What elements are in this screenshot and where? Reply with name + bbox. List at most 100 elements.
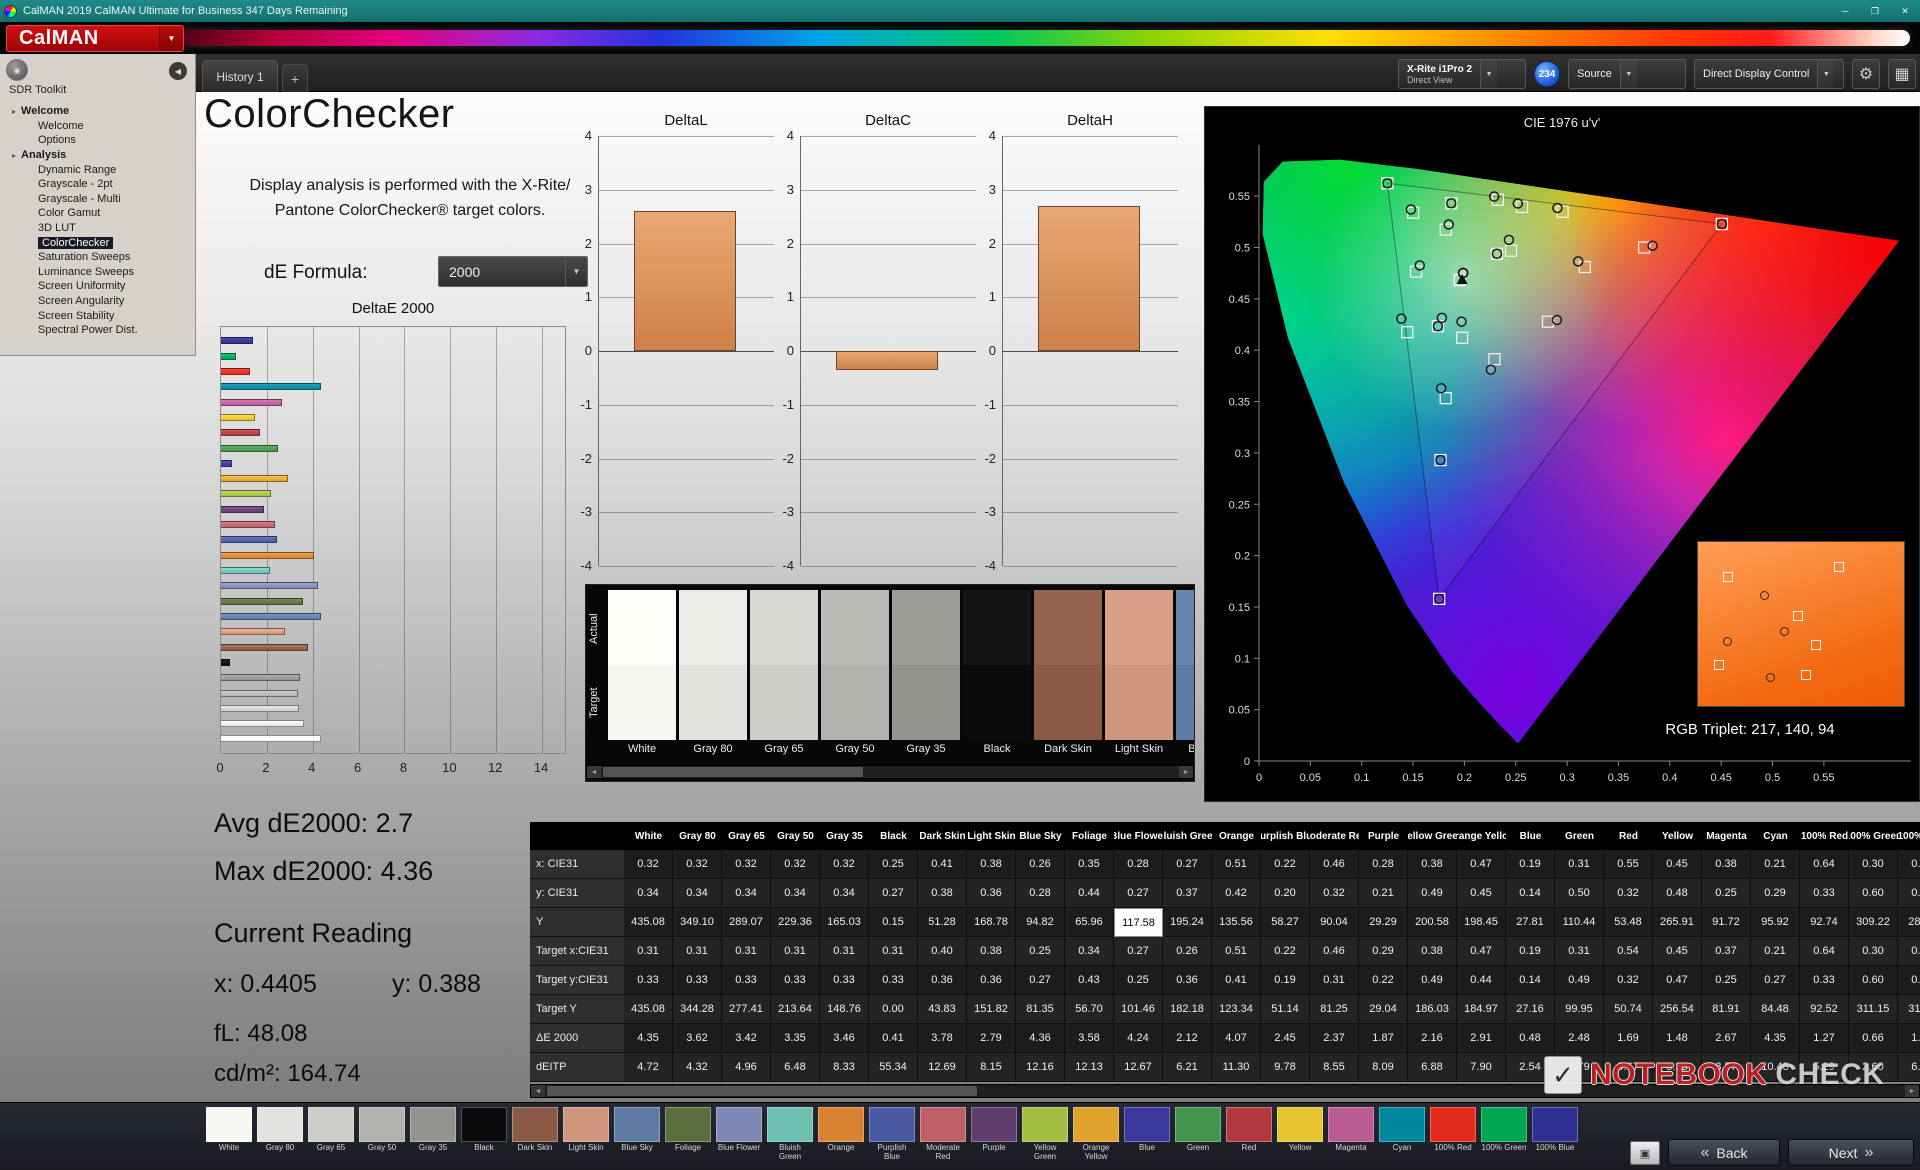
cell-x-cie31-gray-80: 0.32 (673, 850, 722, 879)
scroll-left-arrow[interactable]: ◄ (531, 1085, 545, 1097)
sidebar-item-saturation-sweeps[interactable]: Saturation Sweeps (0, 250, 195, 265)
maximize-button[interactable]: ❐ (1860, 0, 1890, 22)
source-dropdown[interactable]: Source ▼ (1568, 59, 1686, 89)
patch-button-gray-80[interactable]: Gray 80 (257, 1107, 303, 1161)
tab-history-1[interactable]: History 1 (202, 60, 278, 92)
next-button[interactable]: Next » (1788, 1139, 1914, 1166)
patch-button-orange-yellow[interactable]: Orange Yellow (1073, 1107, 1119, 1161)
column-header-gray-80: Gray 80 (673, 822, 722, 850)
page-description: Display analysis is performed with the X… (228, 174, 592, 224)
patch-button-purple[interactable]: Purple (971, 1107, 1017, 1161)
patch-button-cyan[interactable]: Cyan (1379, 1107, 1425, 1161)
swatch-gray-50[interactable] (821, 590, 889, 740)
patch-button-green[interactable]: Green (1175, 1107, 1221, 1161)
cell-target-x-cie31-bluish-green: 0.26 (1163, 937, 1212, 966)
patch-button-magenta[interactable]: Magenta (1328, 1107, 1374, 1161)
patch-button-gray-65[interactable]: Gray 65 (308, 1107, 354, 1161)
patch-button-bluish-green[interactable]: Bluish Green (767, 1107, 813, 1161)
patch-button-100-blue[interactable]: 100% Blue (1532, 1107, 1578, 1161)
sidebar-item-color-gamut[interactable]: Color Gamut (0, 206, 195, 221)
chevron-down-icon: ▼ (1480, 60, 1498, 88)
swatch-blue-sky[interactable] (1176, 590, 1194, 740)
sidebar-item-analysis[interactable]: ▸ Analysis (0, 148, 195, 163)
sidebar-collapse-button[interactable]: ◀ (169, 62, 187, 80)
sidebar-item-screen-uniformity[interactable]: Screen Uniformity (0, 279, 195, 294)
sidebar-item-colorchecker[interactable]: ColorChecker (0, 235, 195, 250)
patch-button-100-red[interactable]: 100% Red (1430, 1107, 1476, 1161)
patch-swatch (869, 1107, 915, 1142)
scrollbar-thumb[interactable] (603, 767, 863, 777)
swatch-gray-80[interactable] (679, 590, 747, 740)
patch-button-yellow-green[interactable]: Yellow Green (1022, 1107, 1068, 1161)
cell-y-blue-flower[interactable]: 117.58 (1114, 908, 1163, 937)
patch-button-black[interactable]: Black (461, 1107, 507, 1161)
patch-button-yellow[interactable]: Yellow (1277, 1107, 1323, 1161)
scroll-left-arrow[interactable]: ◄ (587, 766, 601, 778)
patch-button-blue-flower[interactable]: Blue Flower (716, 1107, 762, 1161)
patch-label: 100% Green (1481, 1143, 1527, 1152)
display-control-dropdown[interactable]: Direct Display Control ▼ (1694, 59, 1844, 89)
patch-button-orange[interactable]: Orange (818, 1107, 864, 1161)
panel-toggle-button[interactable]: ▣ (1630, 1141, 1660, 1165)
sidebar-item-screen-stability[interactable]: Screen Stability (0, 308, 195, 323)
layout-button[interactable]: ▦ (1888, 59, 1916, 89)
deltae-bar-gray-65 (221, 704, 300, 712)
scrollbar-thumb[interactable] (547, 1086, 977, 1096)
sidebar-item-grayscale-2pt[interactable]: Grayscale - 2pt (0, 177, 195, 192)
patch-button-blue[interactable]: Blue (1124, 1107, 1170, 1161)
swatch-scrollbar[interactable]: ◄ ► (586, 765, 1194, 779)
sidebar-menu-button[interactable]: ◉ (6, 59, 28, 81)
patch-button-foliage[interactable]: Foliage (665, 1107, 711, 1161)
swatch-label: Gray 35 (906, 743, 946, 755)
patch-button-red[interactable]: Red (1226, 1107, 1272, 1161)
patch-button-100-green[interactable]: 100% Green (1481, 1107, 1527, 1161)
patch-button-gray-50[interactable]: Gray 50 (359, 1107, 405, 1161)
column-header-100-green: 100% Green (1849, 822, 1898, 850)
patch-button-dark-skin[interactable]: Dark Skin (512, 1107, 558, 1161)
svg-text:0.05: 0.05 (1300, 772, 1321, 784)
cell-y-cie31-bluish-green: 0.37 (1163, 879, 1212, 908)
swatch-gray-35[interactable] (892, 590, 960, 740)
sidebar-item-screen-angularity[interactable]: Screen Angularity (0, 294, 195, 309)
meter-dropdown[interactable]: X-Rite i1Pro 2 Direct View ▼ (1398, 59, 1526, 89)
de-formula-dropdown[interactable]: 2000 ▼ (438, 256, 588, 287)
sidebar-item-options[interactable]: Options (0, 133, 195, 148)
patch-button-white[interactable]: White (206, 1107, 252, 1161)
patch-button-purplish-blue[interactable]: Purplish Blue (869, 1107, 915, 1161)
sidebar-item-dynamic-range[interactable]: Dynamic Range (0, 162, 195, 177)
deltac-y-axis: 4 3 2 1 0 -1 -2 -3 -4 (774, 128, 796, 573)
close-button[interactable]: ✕ (1890, 0, 1920, 22)
sidebar-item-3d-lut[interactable]: 3D LUT (0, 221, 195, 236)
settings-button[interactable]: ⚙ (1852, 59, 1880, 89)
swatch-dark-skin[interactable] (1034, 590, 1102, 740)
swatch-black[interactable] (963, 590, 1031, 740)
swatch-white[interactable] (608, 590, 676, 740)
add-tab-button[interactable]: + (282, 64, 308, 92)
sidebar-item-label: ColorChecker (38, 236, 114, 249)
cell-y-cie31-gray-80: 0.34 (673, 879, 722, 908)
scroll-right-arrow[interactable]: ► (1179, 766, 1193, 778)
cell-y-magenta: 91.72 (1702, 908, 1751, 937)
swatch-gray-65[interactable] (750, 590, 818, 740)
cell-target-y-cie31-foliage: 0.43 (1065, 966, 1114, 995)
calman-menu-button[interactable]: CalMAN ▼ (6, 25, 184, 52)
sidebar-item-luminance-sweeps[interactable]: Luminance Sweeps (0, 265, 195, 280)
patch-swatch (1175, 1107, 1221, 1142)
sidebar-item-welcome[interactable]: ▸ Welcome (0, 104, 195, 119)
de-formula-value: 2000 (449, 263, 481, 280)
sidebar-item-welcome[interactable]: Welcome (0, 119, 195, 134)
reading-count-badge[interactable]: 234 (1534, 61, 1560, 87)
patch-button-light-skin[interactable]: Light Skin (563, 1107, 609, 1161)
svg-text:0.55: 0.55 (1813, 772, 1834, 784)
sidebar-item-spectral-power-dist[interactable]: Spectral Power Dist. (0, 323, 195, 338)
back-button[interactable]: « Back (1668, 1139, 1780, 1166)
scroll-right-arrow[interactable]: ► (1905, 1085, 1919, 1097)
patch-button-blue-sky[interactable]: Blue Sky (614, 1107, 660, 1161)
minimize-button[interactable]: ─ (1830, 0, 1860, 22)
column-header-blue-flower: Blue Flower (1114, 822, 1163, 850)
meter-mode: Direct View (1407, 74, 1453, 85)
patch-button-moderate-red[interactable]: Moderate Red (920, 1107, 966, 1161)
sidebar-item-grayscale-multi[interactable]: Grayscale - Multi (0, 192, 195, 207)
swatch-light-skin[interactable] (1105, 590, 1173, 740)
patch-button-gray-35[interactable]: Gray 35 (410, 1107, 456, 1161)
